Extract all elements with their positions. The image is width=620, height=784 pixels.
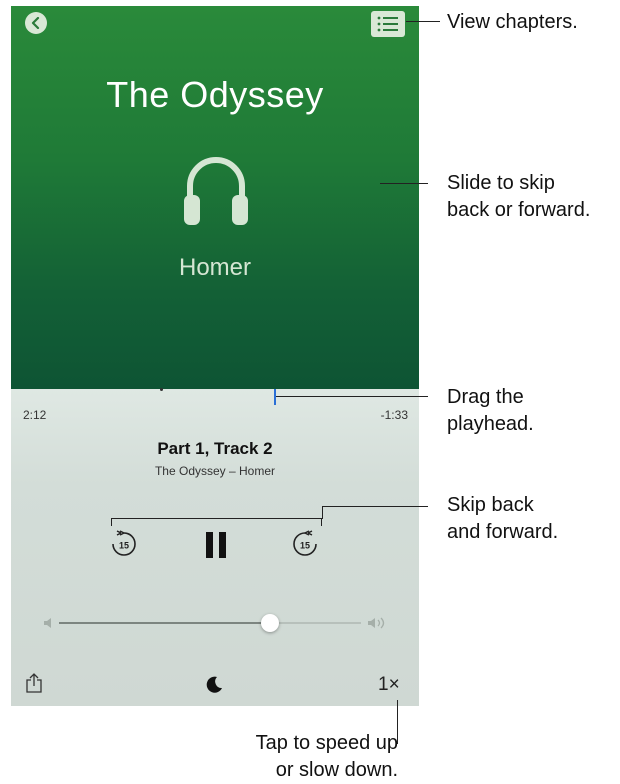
callout-view-chapters-text: View chapters.	[447, 11, 578, 33]
callout-drag-line1: Drag the	[447, 386, 524, 408]
callout-slide: Slide to skip back or forward.	[447, 170, 590, 224]
callout-speed-line2: or slow down.	[275, 759, 398, 781]
callout-line-skip-bracket-right	[321, 518, 322, 526]
callout-line-skip-v	[322, 506, 323, 519]
speaker-high-icon	[368, 617, 385, 629]
callout-line-slide	[380, 183, 428, 184]
book-title: The Odyssey	[106, 74, 324, 115]
callout-drag-line2: playhead.	[447, 413, 534, 435]
book-author: Homer	[178, 254, 251, 281]
chapters-button[interactable]	[371, 11, 405, 37]
callout-line-playhead	[276, 396, 428, 397]
moon-icon[interactable]	[206, 675, 224, 693]
cover-artwork[interactable]: The Odyssey Homer	[11, 6, 419, 389]
callout-skip: Skip back and forward.	[447, 492, 558, 546]
callout-skip-line2: and forward.	[447, 521, 559, 543]
remaining-time: -1:33	[380, 408, 408, 422]
speed-button[interactable]: 1×	[378, 674, 400, 696]
callout-slide-line2: back or forward.	[447, 199, 591, 221]
callout-line-skip-h	[322, 506, 428, 507]
callout-drag: Drag the playhead.	[447, 384, 534, 438]
callout-line-skip-bracket-left	[111, 518, 112, 526]
callout-speed: Tap to speed up or slow down.	[220, 730, 398, 784]
callout-speed-line1: Tap to speed up	[255, 732, 398, 754]
skip-back-seconds: 15	[119, 541, 129, 551]
callout-view-chapters: View chapters.	[447, 9, 578, 36]
speaker-low-icon	[44, 618, 51, 628]
scrubber-start-marker	[160, 388, 163, 391]
volume-slider[interactable]	[59, 614, 361, 632]
callout-line-skip-bracket-top	[111, 518, 322, 519]
volume-fill	[59, 622, 271, 624]
skip-forward-15-icon[interactable]: 15	[290, 529, 320, 559]
playhead[interactable]	[274, 389, 276, 405]
track-title: Part 1, Track 2	[157, 439, 273, 458]
skip-forward-seconds: 15	[300, 541, 310, 551]
pause-icon[interactable]	[204, 530, 228, 560]
callout-line-chapters	[406, 21, 440, 22]
elapsed-time: 2:12	[23, 408, 47, 422]
callout-slide-line1: Slide to skip	[447, 172, 555, 194]
skip-back-15-icon[interactable]: 15	[109, 529, 139, 559]
list-icon	[377, 16, 398, 32]
share-icon[interactable]	[25, 672, 43, 694]
headphones-icon	[184, 157, 248, 225]
track-subtitle: The Odyssey – Homer	[154, 464, 276, 478]
chevron-left-icon	[31, 17, 40, 29]
back-button[interactable]	[25, 12, 47, 34]
callout-skip-line1: Skip back	[447, 494, 534, 516]
audiobook-player: The Odyssey Homer 2:12 -1:33 Part 1, Tra…	[11, 6, 419, 706]
